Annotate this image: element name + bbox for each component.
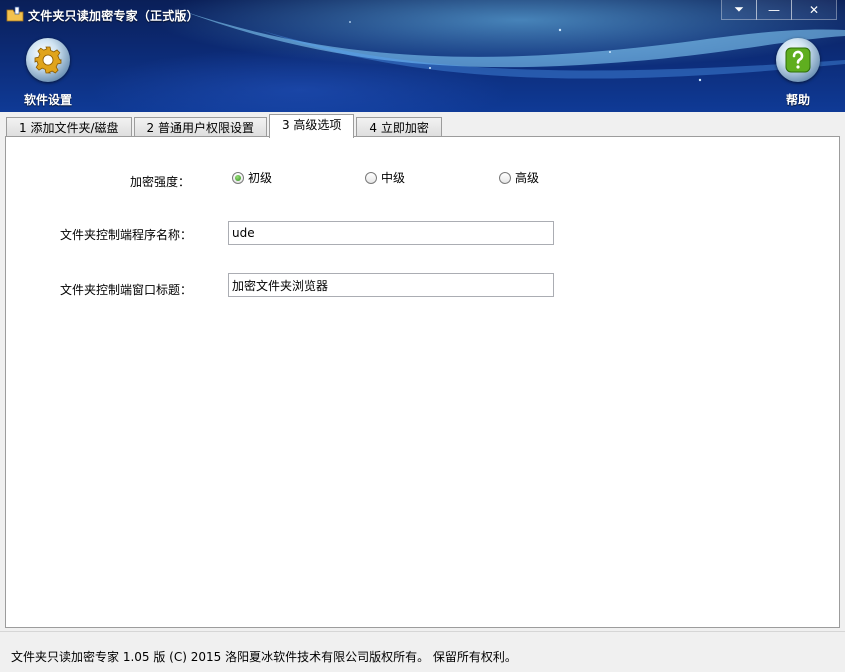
status-bar: 文件夹只读加密专家 1.05 版 (C) 2015 洛阳夏冰软件技术有限公司版权… xyxy=(0,631,845,672)
radio-strength-basic[interactable]: 初级 xyxy=(232,169,272,186)
tab-bar: 1 添加文件夹/磁盘 2 普通用户权限设置 3 高级选项 4 立即加密 xyxy=(6,114,444,138)
question-icon xyxy=(785,47,811,73)
chevron-down-icon: ⏷ xyxy=(734,2,744,16)
window-title-label: 文件夹控制端窗口标题： xyxy=(60,283,193,297)
minimize-icon: — xyxy=(768,2,780,17)
program-name-input[interactable] xyxy=(228,221,554,245)
radio-label: 中级 xyxy=(381,171,406,185)
radio-label: 初级 xyxy=(248,171,273,185)
strength-label: 加密强度： xyxy=(130,175,191,189)
window-controls: ⏷ — ✕ xyxy=(721,0,837,20)
radio-strength-medium[interactable]: 中级 xyxy=(365,169,405,186)
app-logo-icon xyxy=(6,6,24,22)
window-title: 文件夹只读加密专家（正式版） xyxy=(28,9,199,23)
window-title-input[interactable] xyxy=(228,273,554,297)
radio-label: 高级 xyxy=(515,171,540,185)
settings-button[interactable]: 软件设置 xyxy=(24,38,72,108)
settings-circle xyxy=(26,38,70,82)
radio-unselected-icon xyxy=(365,171,377,184)
app-window: 文件夹只读加密专家（正式版） ⏷ — ✕ 软件设置 帮助 1 添加文件夹/磁盘 … xyxy=(0,0,845,672)
menu-button[interactable]: ⏷ xyxy=(721,0,757,20)
radio-strength-high[interactable]: 高级 xyxy=(499,169,539,186)
advanced-options-panel: 加密强度： 初级 中级 高级 文件夹控制端程序名称： 文件夹控制端窗口标题： xyxy=(5,136,840,628)
tab-user-permissions[interactable]: 2 普通用户权限设置 xyxy=(133,117,267,138)
settings-label: 软件设置 xyxy=(24,93,73,107)
gear-icon xyxy=(34,46,62,74)
close-icon: ✕ xyxy=(808,2,820,17)
tab-add-folder[interactable]: 1 添加文件夹/磁盘 xyxy=(6,117,132,138)
radio-selected-icon xyxy=(232,171,244,184)
header-banner: 文件夹只读加密专家（正式版） ⏷ — ✕ 软件设置 帮助 xyxy=(0,0,845,112)
radio-unselected-icon xyxy=(499,171,511,184)
program-name-label: 文件夹控制端程序名称： xyxy=(60,228,193,242)
tab-advanced-options[interactable]: 3 高级选项 xyxy=(268,114,355,138)
help-label: 帮助 xyxy=(785,93,810,107)
help-button[interactable]: 帮助 xyxy=(776,38,820,108)
tab-encrypt-now[interactable]: 4 立即加密 xyxy=(356,117,442,138)
help-circle xyxy=(776,38,820,82)
close-button[interactable]: ✕ xyxy=(791,0,837,20)
minimize-button[interactable]: — xyxy=(756,0,792,20)
copyright-text: 文件夹只读加密专家 1.05 版 (C) 2015 洛阳夏冰软件技术有限公司版权… xyxy=(11,650,517,664)
